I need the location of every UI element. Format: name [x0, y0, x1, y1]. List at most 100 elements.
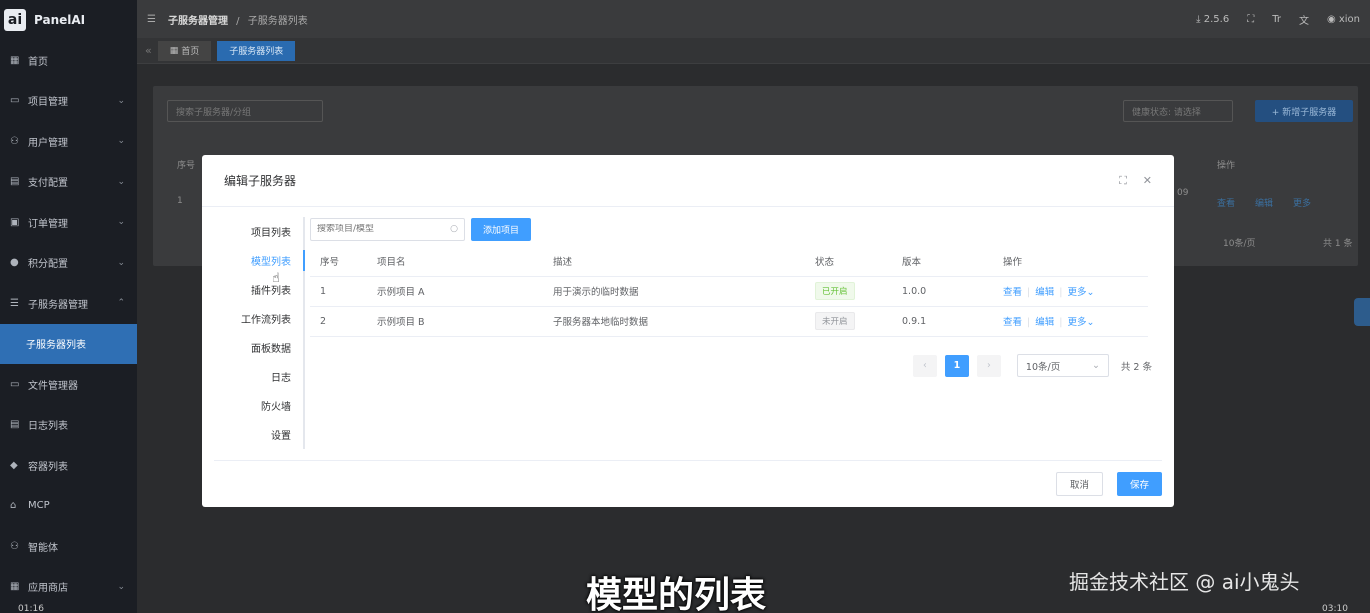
- agent-icon: ⚇: [10, 540, 19, 552]
- video-time-total: 03:10: [1322, 604, 1348, 613]
- server-icon: ☰: [10, 297, 19, 309]
- breadcrumb-root[interactable]: 子服务器管理: [168, 16, 228, 27]
- search-icon[interactable]: ○: [450, 224, 458, 234]
- save-button[interactable]: 保存: [1116, 472, 1162, 496]
- add-project-button[interactable]: 添加项目: [471, 217, 532, 241]
- container-icon: ◆: [10, 459, 18, 471]
- sidebar-item-subserver-management[interactable]: ☰ 子服务器管理 ⌃: [0, 283, 137, 324]
- sidebar-item-logs[interactable]: ▤ 日志列表: [0, 405, 137, 446]
- cancel-button[interactable]: 取消: [1055, 472, 1103, 496]
- download-icon[interactable]: ⤓ 2.5.6: [1196, 14, 1229, 25]
- bg-more-link[interactable]: 更多: [1293, 196, 1311, 209]
- view-link[interactable]: 查看: [1003, 287, 1022, 298]
- tab-subserver-list[interactable]: 子服务器列表: [217, 40, 296, 61]
- video-subtitle: 模型的列表: [586, 575, 767, 613]
- project-search-input[interactable]: [317, 224, 451, 234]
- sidebar-item-points[interactable]: ● 积分配置 ⌄: [0, 243, 137, 284]
- users-icon: ⚇: [10, 135, 19, 147]
- cell-status: 未开启: [805, 306, 892, 337]
- tab-home[interactable]: ▦ 首页: [157, 40, 212, 61]
- chevron-down-icon: ⌄: [1086, 317, 1095, 328]
- pagination: ‹ 1 › 10条/页 ⌄ 共 2 条: [912, 354, 1152, 377]
- bg-page-size[interactable]: 10条/页: [1223, 236, 1256, 249]
- edit-subserver-dialog: 编辑子服务器 ⛶ ✕ 项目列表 模型列表 插件列表 工作流列表 面板数据 日志 …: [202, 155, 1174, 507]
- edit-link[interactable]: 编辑: [1035, 287, 1054, 298]
- add-subserver-button[interactable]: + 新增子服务器: [1255, 100, 1353, 122]
- user-menu[interactable]: ◉ xion: [1327, 14, 1360, 25]
- nav-plugin-list[interactable]: 插件列表: [214, 275, 303, 304]
- table-row: 1 示例项目 A 用于演示的临时数据 已开启 1.0.0 查看 | 编辑 | 更多⌄: [310, 276, 1148, 307]
- translate-icon[interactable]: 文: [1299, 12, 1309, 27]
- chevron-down-icon: ⌄: [1086, 287, 1095, 298]
- sidebar-item-projects[interactable]: ▭ 项目管理 ⌄: [0, 81, 137, 122]
- dialog-title: 编辑子服务器: [224, 174, 297, 188]
- next-page-button[interactable]: ›: [976, 354, 1001, 377]
- more-dropdown[interactable]: 更多⌄: [1067, 287, 1094, 298]
- col-status: 状态: [805, 247, 892, 277]
- close-icon[interactable]: ✕: [1143, 174, 1152, 188]
- view-link[interactable]: 查看: [1003, 317, 1022, 328]
- brand[interactable]: ai PanelAI: [0, 0, 137, 40]
- bg-edit-link[interactable]: 编辑: [1255, 196, 1273, 209]
- tabs-bar: « ▦ 首页 子服务器列表: [137, 38, 1370, 64]
- topbar-actions: ⤓ 2.5.6 ⛶ Tr 文 ◉ xion: [1196, 12, 1360, 27]
- tabs-scroll-left-icon[interactable]: «: [145, 44, 152, 57]
- edit-link[interactable]: 编辑: [1035, 317, 1054, 328]
- nav-firewall[interactable]: 防火墙: [214, 391, 303, 420]
- row-fragment: 09: [1177, 188, 1189, 198]
- status-badge: 未开启: [815, 312, 855, 330]
- menu-toggle-icon[interactable]: ☰: [147, 14, 156, 25]
- sidebar-item-home[interactable]: ▦ 首页: [0, 40, 137, 81]
- sidebar-item-users[interactable]: ⚇ 用户管理 ⌄: [0, 121, 137, 162]
- cell-name: 示例项目 A: [367, 276, 543, 307]
- sidebar-item-payment[interactable]: ▤ 支付配置 ⌄: [0, 162, 137, 203]
- page-size-select[interactable]: 10条/页 ⌄: [1016, 354, 1109, 377]
- folder-icon: ▭: [10, 95, 20, 107]
- breadcrumb-current: 子服务器列表: [247, 15, 308, 27]
- col-index: 序号: [310, 247, 367, 277]
- row-index: 1: [177, 196, 183, 206]
- sidebar-item-agents[interactable]: ⚇ 智能体: [0, 526, 137, 567]
- hand-cursor-icon: ☝: [272, 271, 280, 286]
- col-ops: 操作: [993, 247, 1148, 277]
- nav-settings[interactable]: 设置: [214, 420, 303, 449]
- nav-logs[interactable]: 日志: [214, 362, 303, 391]
- chevron-down-icon: ⌄: [117, 95, 125, 106]
- maximize-icon[interactable]: ⛶: [1119, 174, 1127, 188]
- subserver-search-input[interactable]: 搜索子服务器/分组: [167, 100, 323, 122]
- chevron-down-icon: ⌄: [117, 136, 125, 147]
- sidebar-item-subserver-list[interactable]: 子服务器列表: [0, 323, 137, 364]
- bg-view-link[interactable]: 查看: [1217, 196, 1235, 209]
- points-icon: ●: [10, 257, 19, 269]
- sidebar-item-app-store[interactable]: ▦ 应用商店 ⌄: [0, 567, 137, 608]
- cell-ops: 查看 | 编辑 | 更多⌄: [993, 306, 1148, 337]
- sidebar-item-mcp[interactable]: ⌂ MCP: [0, 486, 137, 527]
- side-drawer-handle[interactable]: [1354, 298, 1370, 326]
- nav-project-list[interactable]: 项目列表: [214, 217, 303, 246]
- table-header-row: 序号 项目名 描述 状态 版本 操作: [310, 247, 1148, 277]
- fullscreen-icon[interactable]: ⛶: [1247, 14, 1254, 25]
- project-search-box: ○: [310, 217, 465, 241]
- prev-page-button[interactable]: ‹: [912, 354, 937, 377]
- home-icon: ▦: [10, 54, 20, 66]
- page-number-1[interactable]: 1: [944, 354, 969, 377]
- col-name: 项目名: [367, 247, 543, 277]
- cell-version: 1.0.0: [892, 276, 993, 307]
- nav-model-list[interactable]: 模型列表: [214, 246, 305, 275]
- sidebar-item-containers[interactable]: ◆ 容器列表: [0, 445, 137, 486]
- apps-icon: ▦: [10, 581, 20, 593]
- chevron-down-icon: ⌄: [1091, 360, 1100, 371]
- dialog-body: 项目列表 模型列表 插件列表 工作流列表 面板数据 日志 防火墙 设置 ☝ ○ …: [214, 207, 1162, 460]
- nav-panel-data[interactable]: 面板数据: [214, 333, 303, 362]
- dialog-side-nav: 项目列表 模型列表 插件列表 工作流列表 面板数据 日志 防火墙 设置 ☝: [214, 217, 305, 449]
- nav-workflow-list[interactable]: 工作流列表: [214, 304, 303, 333]
- col-ops: 操作: [1217, 161, 1236, 171]
- sidebar-item-orders[interactable]: ▣ 订单管理 ⌄: [0, 202, 137, 243]
- bg-total: 共 1 条: [1323, 239, 1353, 249]
- health-status-select[interactable]: 健康状态: 请选择: [1123, 100, 1233, 122]
- cell-name: 示例项目 B: [367, 306, 543, 337]
- font-size-icon[interactable]: Tr: [1272, 14, 1281, 25]
- sidebar-item-file-manager[interactable]: ▭ 文件管理器: [0, 364, 137, 405]
- topbar: ☰ 子服务器管理 / 子服务器列表 ⤓ 2.5.6 ⛶ Tr 文 ◉ xion: [137, 0, 1370, 38]
- more-dropdown[interactable]: 更多⌄: [1067, 317, 1094, 328]
